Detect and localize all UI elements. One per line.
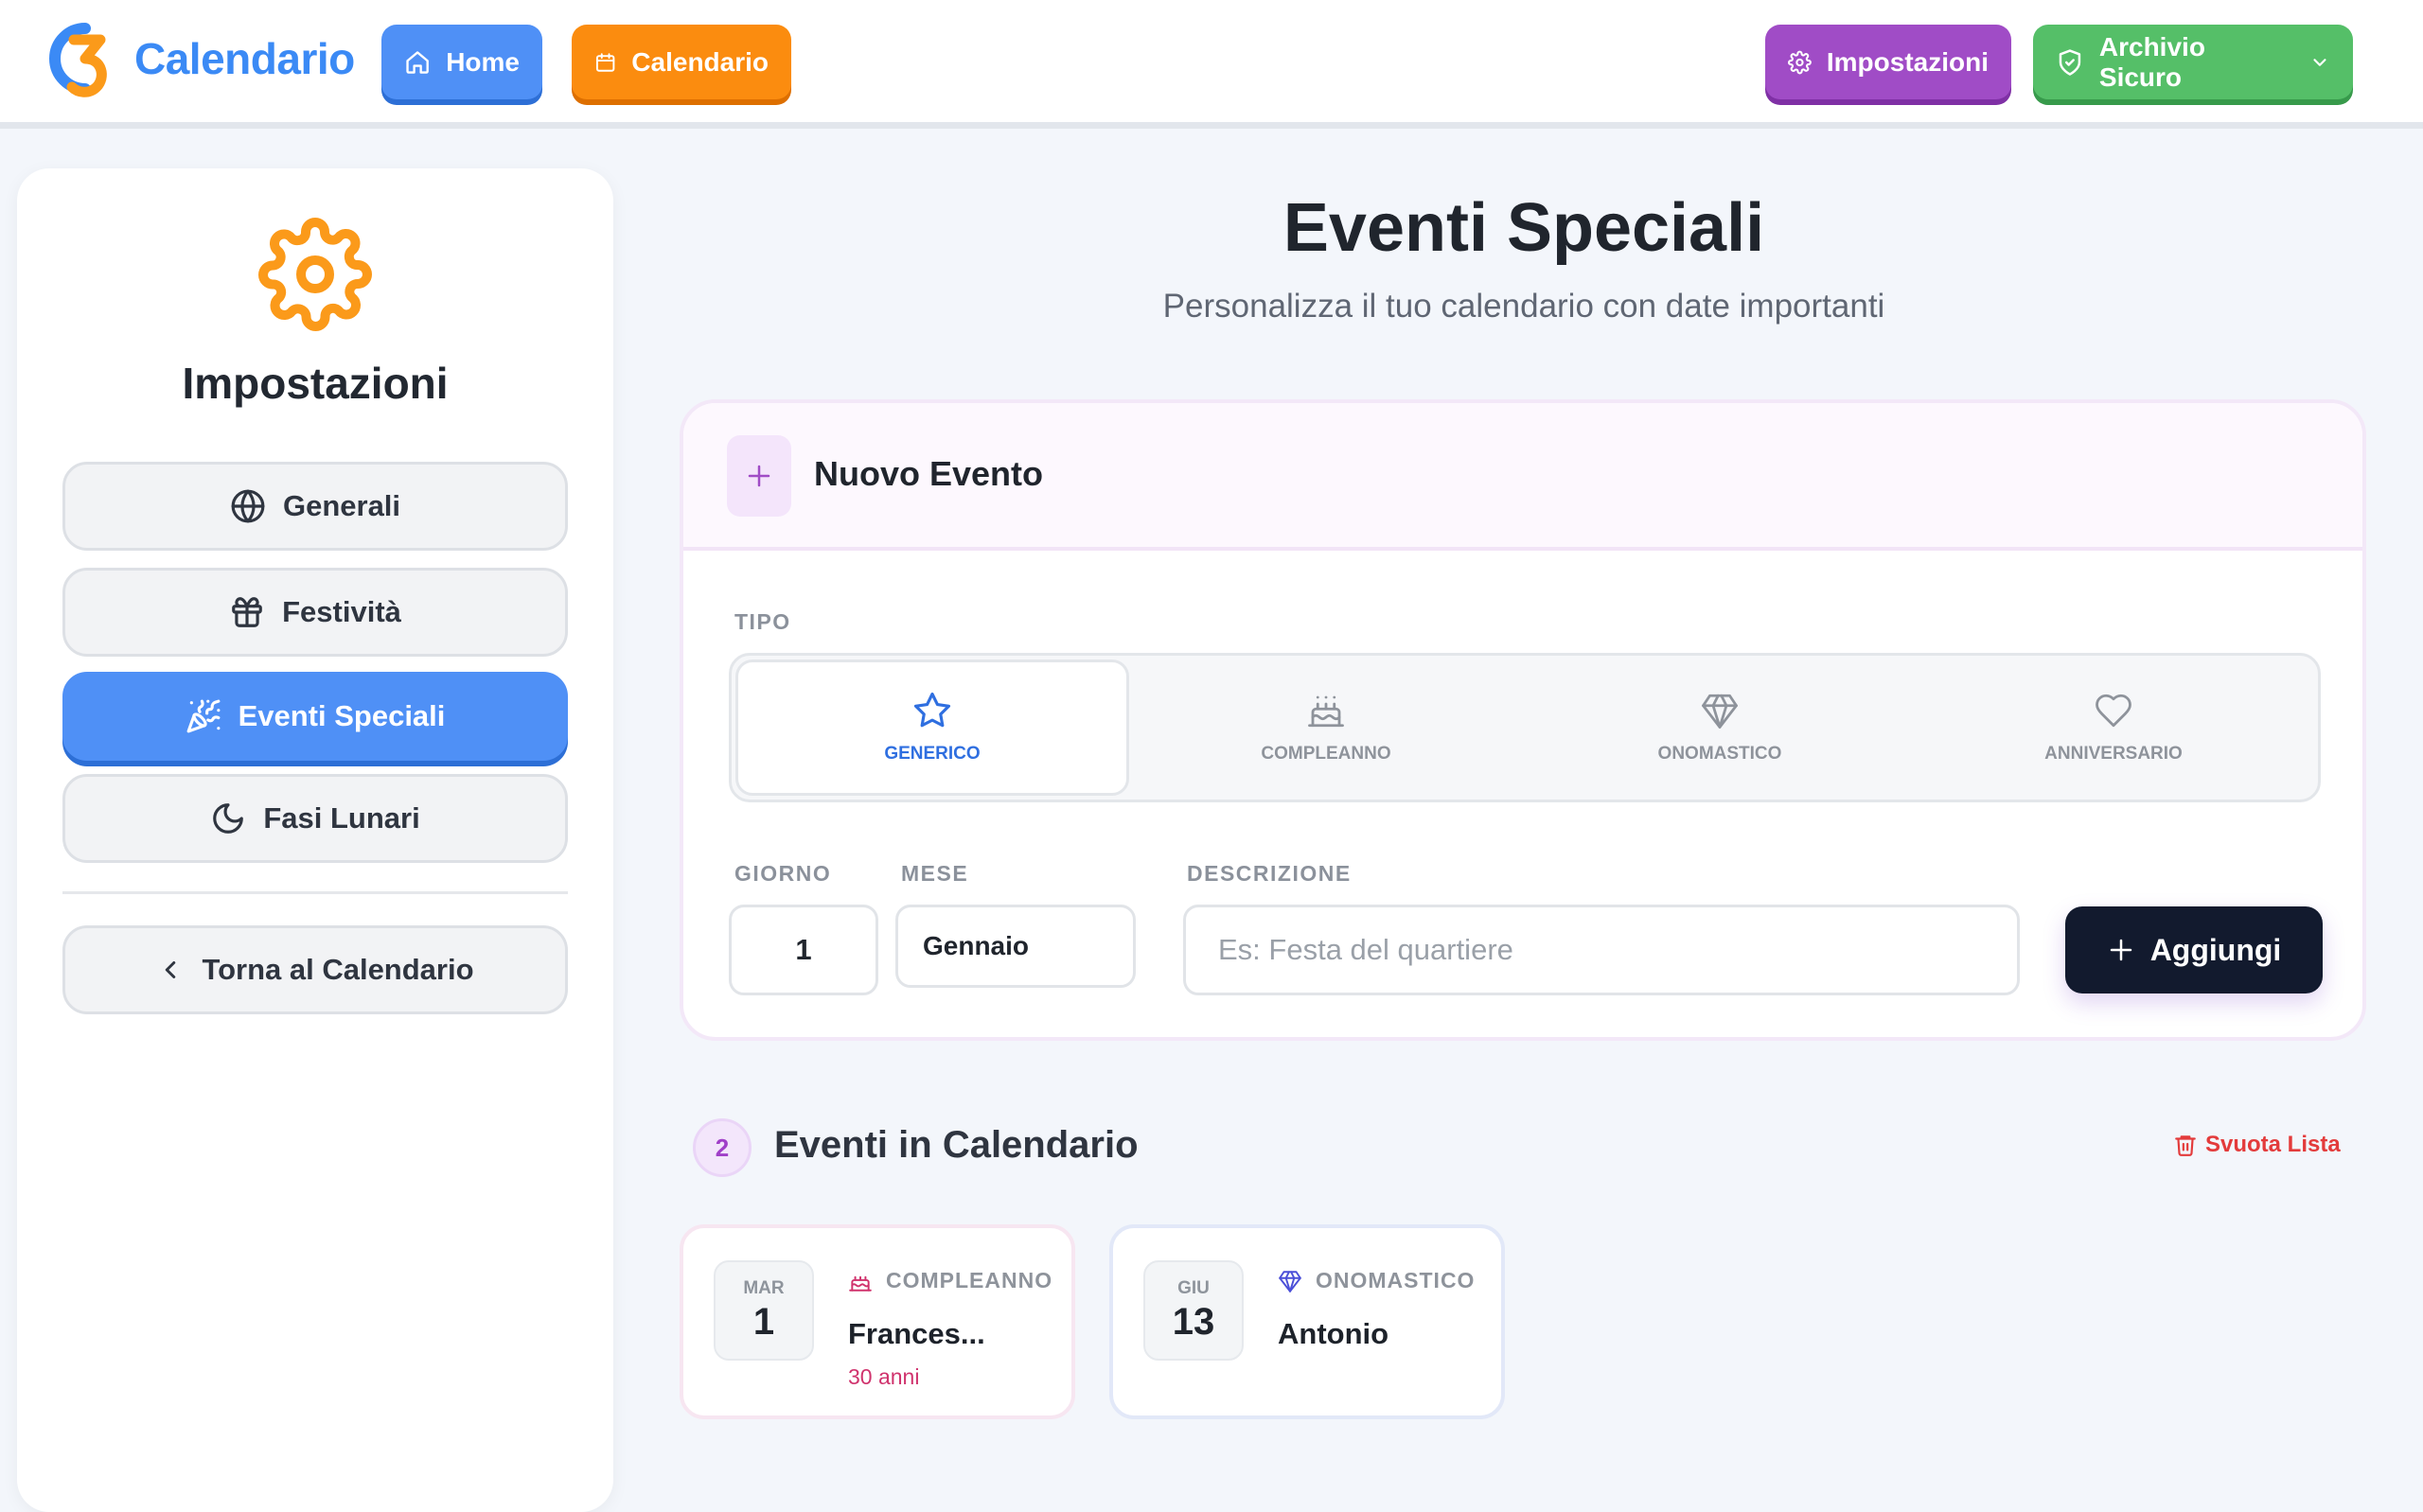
add-event-button[interactable]: Aggiungi	[2065, 906, 2323, 993]
settings-gear-icon	[1788, 50, 1812, 74]
plus-badge	[727, 435, 791, 517]
events-list-title: Eventi in Calendario	[774, 1124, 1139, 1166]
event-card-compleanno[interactable]: MAR 1 COMPLEANNO Frances... 30 anni	[680, 1224, 1075, 1419]
gem-icon	[1702, 694, 1738, 729]
app-logo[interactable]: Calendario	[27, 11, 355, 106]
type-label: TIPO	[734, 609, 791, 634]
nav-archive-label: Archivio Sicuro	[2098, 31, 2205, 92]
clear-list-button[interactable]: Svuota Lista	[2173, 1132, 2341, 1158]
type-option-generico[interactable]: GENERICO	[735, 659, 1129, 796]
event-age: 30 anni	[848, 1364, 920, 1389]
nav-settings-button[interactable]: Impostazioni	[1765, 25, 2011, 99]
new-event-title: Nuovo Evento	[814, 454, 1044, 493]
home-icon	[406, 50, 429, 74]
plus-icon	[748, 465, 770, 487]
shield-check-icon	[2059, 48, 2081, 76]
nav-settings-label: Impostazioni	[1826, 46, 1989, 77]
event-name: Frances...	[848, 1317, 985, 1350]
sidebar-item-fasi-lunari[interactable]: Fasi Lunari	[62, 774, 568, 863]
day-input[interactable]: 1	[729, 905, 878, 995]
nav-home-label: Home	[446, 46, 520, 77]
nav-calendar-label: Calendario	[631, 46, 769, 77]
month-label: MESE	[901, 861, 969, 886]
event-type-label: ONOMASTICO	[1316, 1268, 1476, 1292]
gift-icon	[232, 597, 262, 627]
event-date-box: GIU 13	[1143, 1260, 1244, 1361]
description-input[interactable]: Es: Festa del quartiere	[1183, 905, 2020, 995]
type-option-label: COMPLEANNO	[1261, 744, 1391, 764]
event-type-label: COMPLEANNO	[886, 1268, 1053, 1292]
clear-list-label: Svuota Lista	[2205, 1132, 2341, 1157]
nav-archive-dropdown[interactable]: Archivio Sicuro	[2033, 25, 2353, 99]
event-type-selector: GENERICO COMPLEANNO ONOMASTICO ANNIVERSA…	[729, 653, 2321, 802]
event-month: GIU	[1177, 1277, 1210, 1298]
type-option-label: ONOMASTICO	[1657, 744, 1782, 764]
type-option-anniversario[interactable]: ANNIVERSARIO	[1917, 659, 2310, 796]
star-icon	[913, 692, 951, 728]
sidebar-item-label: Generali	[282, 489, 401, 522]
chevron-down-icon	[2313, 58, 2326, 66]
gem-icon	[1279, 1270, 1301, 1292]
sidebar-title: Impostazioni	[182, 359, 449, 408]
globe-icon	[231, 489, 265, 523]
type-option-onomastico[interactable]: ONOMASTICO	[1523, 659, 1917, 796]
sidebar-divider	[62, 891, 568, 894]
nav-home-button[interactable]: Home	[381, 25, 542, 99]
logo-text: Calendario	[134, 34, 355, 83]
day-label: GIORNO	[734, 861, 832, 886]
events-count-badge: 2	[693, 1118, 752, 1177]
moon-icon	[213, 803, 244, 834]
sidebar-item-eventi-speciali[interactable]: Eventi Speciali	[62, 672, 568, 761]
event-name: Antonio	[1278, 1317, 1389, 1350]
back-label: Torna al Calendario	[202, 953, 474, 986]
plus-icon	[2110, 939, 2131, 961]
page-subtitle: Personalizza il tuo calendario con date …	[1162, 288, 1885, 325]
new-event-header: Nuovo Evento	[683, 403, 2362, 551]
event-date-box: MAR 1	[714, 1260, 814, 1361]
settings-sidebar: Impostazioni Generali Festività Eventi S…	[17, 168, 613, 1512]
cake-icon	[1308, 695, 1344, 728]
add-button-label: Aggiungi	[2149, 932, 2282, 967]
chevron-left-icon	[166, 961, 176, 978]
new-event-card: Nuovo Evento TIPO GENERICO COMPLEANNO ON…	[680, 399, 2366, 1041]
sidebar-item-generali[interactable]: Generali	[62, 462, 568, 551]
calendar-icon	[595, 52, 615, 72]
type-option-label: GENERICO	[884, 744, 981, 764]
type-option-label: ANNIVERSARIO	[2044, 744, 2183, 764]
event-card-onomastico[interactable]: GIU 13 ONOMASTICO Antonio	[1109, 1224, 1505, 1419]
logo-mark-icon	[49, 23, 107, 97]
party-popper-icon	[186, 699, 221, 733]
event-type: ONOMASTICO	[1278, 1268, 1475, 1293]
sidebar-item-label: Fasi Lunari	[263, 801, 420, 835]
month-select[interactable]: Gennaio	[895, 905, 1136, 988]
event-day: 13	[1172, 1300, 1215, 1343]
gear-icon	[258, 218, 372, 331]
trash-icon	[2175, 1135, 2196, 1156]
sidebar-item-festivita[interactable]: Festività	[62, 568, 568, 657]
sidebar-item-label: Festività	[282, 595, 401, 628]
type-option-compleanno[interactable]: COMPLEANNO	[1129, 659, 1523, 796]
nav-calendar-button[interactable]: Calendario	[572, 25, 791, 99]
heart-icon	[2096, 694, 2131, 728]
sidebar-item-label: Eventi Speciali	[238, 699, 446, 732]
cake-icon	[849, 1275, 872, 1292]
event-type: COMPLEANNO	[848, 1268, 1052, 1293]
top-navbar: Calendario Home Calendario Impostazioni …	[0, 0, 2423, 129]
description-label: DESCRIZIONE	[1187, 861, 1352, 886]
event-day: 1	[752, 1300, 775, 1343]
page-title: Eventi Speciali	[1282, 190, 1765, 266]
back-to-calendar-button[interactable]: Torna al Calendario	[62, 925, 568, 1014]
event-month: MAR	[743, 1277, 785, 1298]
